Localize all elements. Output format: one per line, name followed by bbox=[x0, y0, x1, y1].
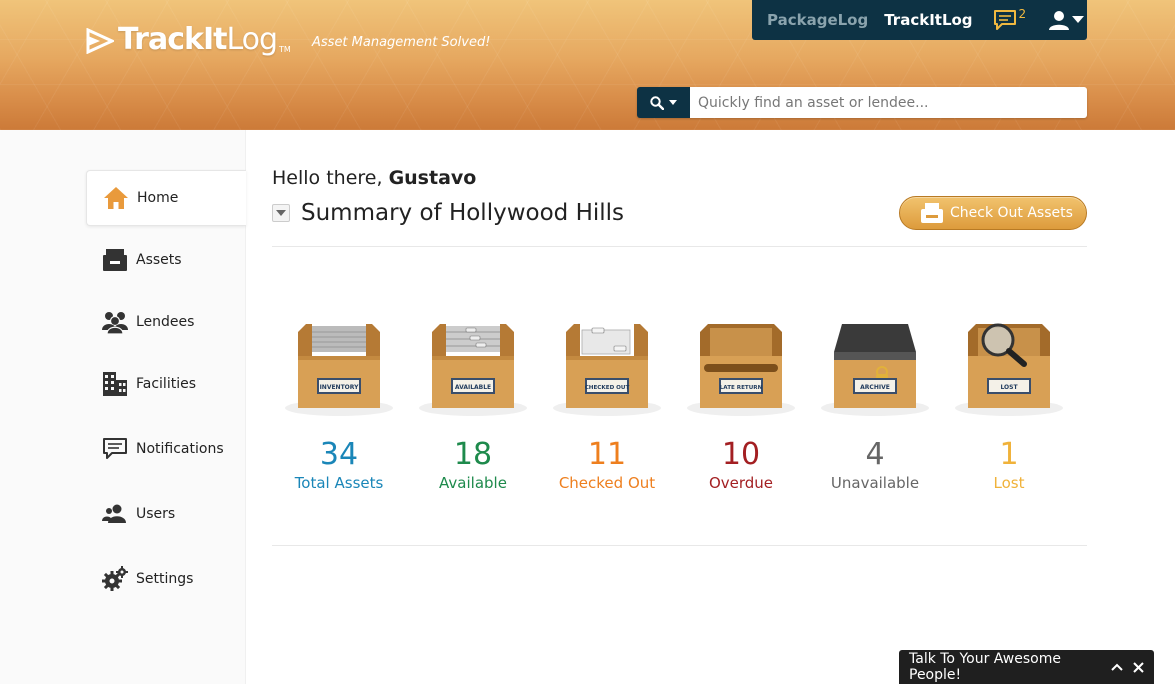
summary-header: Summary of Hollywood Hills bbox=[272, 200, 624, 226]
check-out-assets-label: Check Out Assets bbox=[950, 205, 1073, 221]
box-label: CHECKED OUT bbox=[585, 385, 630, 391]
stat-overdue[interactable]: LATE RETURN 10 Overdue bbox=[674, 320, 808, 492]
caret-down-icon bbox=[1072, 16, 1085, 23]
stat-label: Total Assets bbox=[294, 474, 384, 492]
stat-value: 10 bbox=[721, 437, 761, 472]
caret-down-icon bbox=[276, 209, 286, 216]
stat-value: 11 bbox=[587, 437, 627, 472]
box-label: AVAILABLE bbox=[455, 384, 491, 391]
sidebar-item-label: Settings bbox=[136, 571, 194, 587]
close-icon[interactable] bbox=[1133, 661, 1144, 673]
stat-label: Checked Out bbox=[558, 474, 656, 492]
sidebar-item-users[interactable]: Users bbox=[86, 486, 246, 542]
sidebar-item-label: Facilities bbox=[136, 376, 196, 392]
sidebar-item-label: Home bbox=[137, 190, 179, 206]
assets-icon bbox=[102, 247, 128, 273]
sidebar-item-lendees[interactable]: Lendees bbox=[86, 294, 246, 350]
caret-down-icon bbox=[669, 99, 677, 105]
sidebar-item-label: Notifications bbox=[136, 441, 224, 457]
sidebar-item-settings[interactable]: Settings bbox=[86, 551, 246, 607]
chat-widget[interactable]: Talk To Your Awesome People! bbox=[899, 650, 1154, 684]
late-return-box-icon: LATE RETURN bbox=[687, 324, 795, 416]
home-icon bbox=[103, 185, 129, 211]
summary-title: Summary of Hollywood Hills bbox=[301, 200, 625, 226]
notifications-button[interactable]: 2 bbox=[993, 7, 1027, 31]
trackitlog-link[interactable]: TrackItLog bbox=[884, 11, 972, 29]
divider bbox=[272, 545, 1087, 546]
stat-label: Overdue bbox=[708, 474, 774, 492]
stat-value: 34 bbox=[319, 437, 359, 472]
stat-label: Available bbox=[439, 474, 507, 492]
notifications-icon bbox=[102, 436, 128, 462]
stat-value: 1 bbox=[999, 437, 1019, 472]
sidebar-item-notifications[interactable]: Notifications bbox=[86, 421, 246, 477]
stat-label: Lost bbox=[993, 474, 1025, 492]
user-menu-button[interactable] bbox=[1048, 10, 1085, 30]
box-label: LATE RETURN bbox=[720, 385, 763, 391]
greeting-prefix: Hello there, bbox=[272, 167, 383, 189]
sidebar-item-label: Assets bbox=[136, 252, 182, 268]
check-out-assets-button[interactable]: Check Out Assets bbox=[899, 196, 1087, 230]
available-box-icon: AVAILABLE bbox=[419, 324, 527, 416]
sidebar-item-label: Users bbox=[136, 506, 176, 522]
search-type-button[interactable] bbox=[637, 87, 690, 118]
user-name: Gustavo bbox=[388, 167, 477, 189]
logo-tm: TM bbox=[279, 45, 291, 54]
sidebar-item-home[interactable]: Home bbox=[86, 170, 246, 226]
box-label: ARCHIVE bbox=[860, 384, 890, 391]
stat-value: 4 bbox=[865, 437, 885, 472]
settings-icon bbox=[102, 566, 128, 592]
logo[interactable]: TrackItLog TM bbox=[86, 22, 291, 58]
stat-available[interactable]: AVAILABLE 18 Available bbox=[406, 320, 540, 492]
logo-name-bold: TrackIt bbox=[118, 22, 227, 57]
packagelog-link[interactable]: PackageLog bbox=[767, 11, 868, 29]
inventory-box-icon: INVENTORY bbox=[285, 324, 393, 416]
logo-arrow-icon bbox=[86, 28, 114, 54]
lost-box-icon: LOST bbox=[955, 323, 1063, 416]
box-label: LOST bbox=[1000, 384, 1018, 391]
top-nav-bar: PackageLog TrackItLog 2 bbox=[752, 0, 1087, 40]
collapse-summary-button[interactable] bbox=[272, 204, 290, 222]
users-icon bbox=[102, 501, 128, 527]
header: TrackItLog TM Asset Management Solved! P… bbox=[0, 0, 1175, 130]
tagline: Asset Management Solved! bbox=[312, 35, 491, 50]
logo-name-light: Log bbox=[226, 22, 278, 57]
sidebar-item-label: Lendees bbox=[136, 314, 195, 330]
search-bar bbox=[637, 87, 1087, 118]
stat-lost[interactable]: LOST 1 Lost bbox=[942, 320, 1076, 492]
archive-box-icon: ARCHIVE bbox=[821, 324, 929, 416]
greeting: Hello there, Gustavo bbox=[272, 167, 476, 189]
stat-total-assets[interactable]: INVENTORY 34 Total Assets bbox=[272, 320, 406, 492]
printer-icon bbox=[921, 203, 943, 223]
search-input[interactable] bbox=[690, 87, 1087, 118]
sidebar-item-assets[interactable]: Assets bbox=[86, 232, 246, 288]
divider bbox=[272, 246, 1087, 247]
stat-label: Unavailable bbox=[830, 474, 920, 492]
lendees-icon bbox=[102, 309, 128, 335]
stat-checked-out[interactable]: CHECKED OUT 11 Checked Out bbox=[540, 320, 674, 492]
chat-widget-label: Talk To Your Awesome People! bbox=[909, 651, 1061, 683]
notification-count: 2 bbox=[1018, 7, 1027, 21]
checked-out-box-icon: CHECKED OUT bbox=[553, 324, 661, 416]
user-icon bbox=[1049, 11, 1070, 30]
chevron-up-icon[interactable] bbox=[1111, 663, 1123, 671]
box-label: INVENTORY bbox=[320, 384, 360, 391]
search-icon bbox=[650, 95, 664, 110]
stat-value: 18 bbox=[453, 437, 493, 472]
stat-unavailable[interactable]: ARCHIVE 4 Unavailable bbox=[808, 320, 942, 492]
facilities-icon bbox=[102, 371, 128, 397]
sidebar-item-facilities[interactable]: Facilities bbox=[86, 356, 246, 412]
chat-bubble-icon bbox=[993, 10, 1016, 30]
